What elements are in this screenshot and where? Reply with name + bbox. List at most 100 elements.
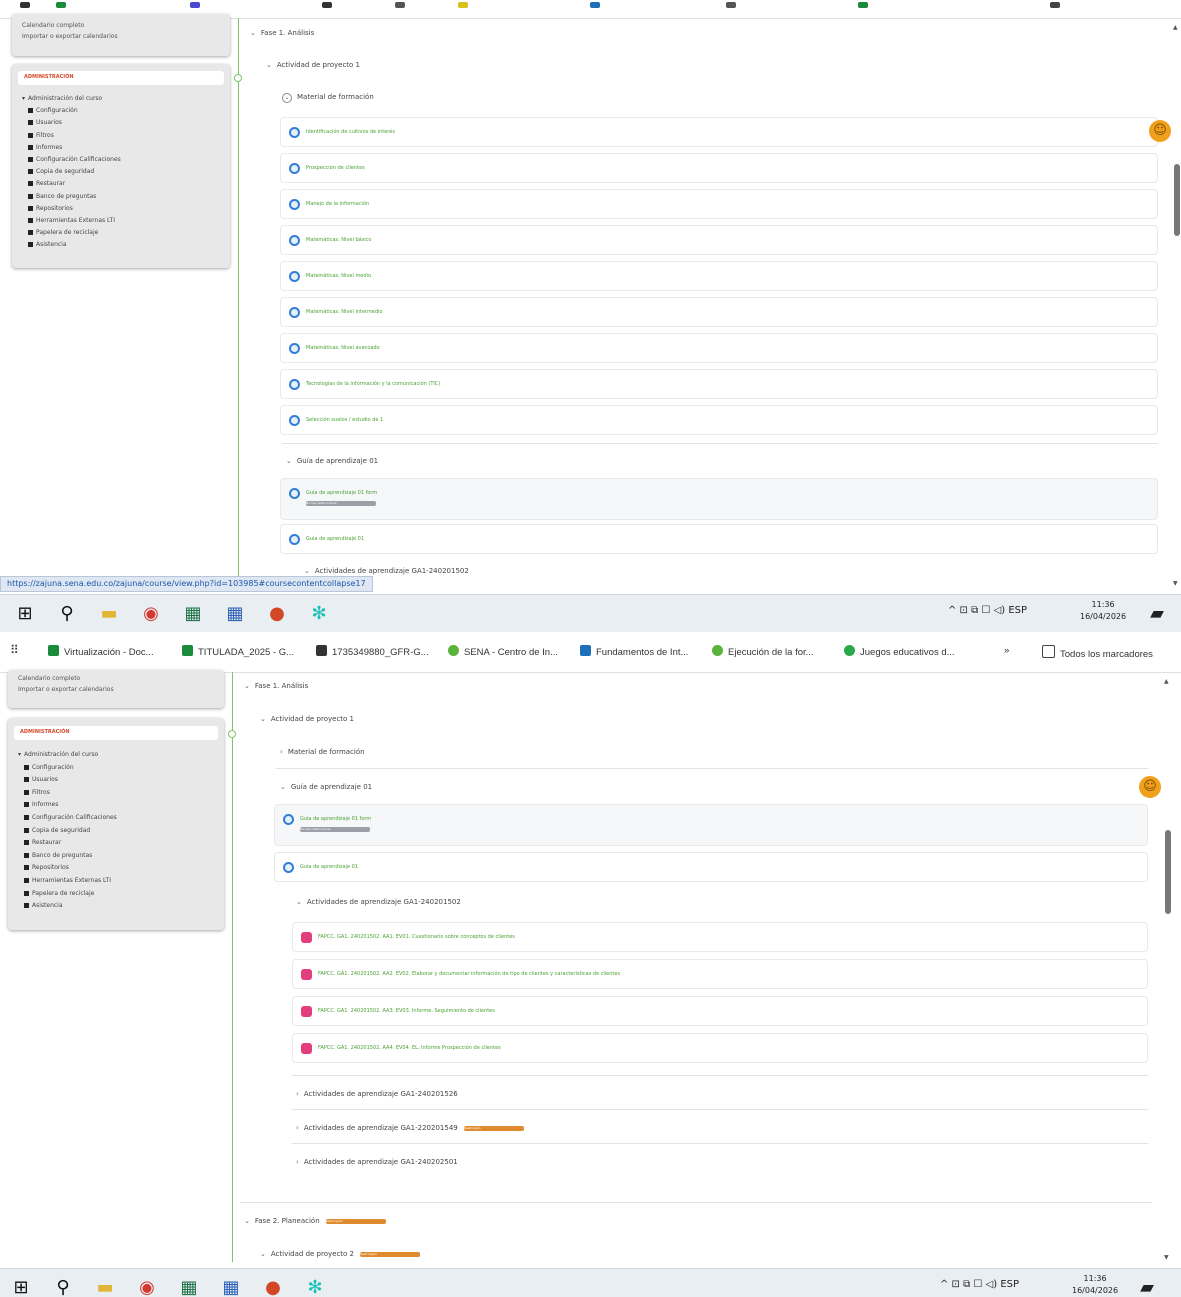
evidence-card[interactable]: FAPCC. GA1. 240201502. AA3. EV03. Inform… (292, 996, 1148, 1026)
admin-item[interactable]: Configuración Calificaciones (24, 814, 117, 821)
material-link[interactable]: Matemáticas. Nivel intermedio (306, 309, 383, 315)
admin-item[interactable]: ▾ Administración del curso (18, 751, 98, 758)
admin-item[interactable]: Filtros (24, 789, 50, 796)
actividad-1-toggle[interactable]: ⌄ Actividad de proyecto 1 (266, 61, 360, 69)
bookmark-4[interactable]: SENA - Centro de In... (448, 645, 558, 658)
material-card[interactable]: Matemáticas. Nivel básico (280, 225, 1158, 255)
evidence-card[interactable]: FAPCC. GA1. 240201502. AA4. EV04. EL. In… (292, 1033, 1148, 1063)
more-bookmarks-button[interactable]: » (1004, 645, 1009, 656)
fase-2-toggle[interactable]: ⌄ Fase 2. Planeación Restringido (244, 1217, 386, 1225)
notifications-icon[interactable]: ▰ (1136, 1277, 1158, 1297)
admin-item[interactable]: Asistencia (24, 902, 63, 909)
admin-item[interactable]: Asistencia (28, 241, 67, 248)
evidence-link[interactable]: FAPCC. GA1. 240201502. AA2. EV02. Elabor… (318, 971, 620, 977)
next-section-toggle[interactable]: ⌄ Actividades de aprendizaje GA1-24020150… (304, 567, 469, 575)
guia-form-card[interactable]: Guía de aprendizaje 01 form No hay restr… (274, 804, 1148, 846)
powerpoint-icon[interactable]: ● (262, 1277, 284, 1297)
bookmark-6[interactable]: Ejecución de la for... (712, 645, 814, 658)
material-toggle[interactable]: ⌄ Material de formación (282, 93, 374, 103)
material-link[interactable]: Matemáticas. Nivel básico (306, 237, 371, 243)
material-card[interactable]: Matemáticas. Nivel avanzado (280, 333, 1158, 363)
scrollbar-thumb[interactable] (1165, 830, 1171, 914)
system-tray[interactable]: ^ ⊡ ⧉ ☐ ◁) ESP (940, 1279, 1019, 1290)
admin-item[interactable]: Informes (24, 801, 58, 808)
app-icon[interactable]: ✻ (308, 603, 330, 625)
excel-icon[interactable]: ▦ (182, 603, 204, 625)
scroll-down-arrow[interactable]: ▼ (1173, 580, 1178, 587)
evidence-card[interactable]: FAPCC. GA1. 240201502. AA2. EV02. Elabor… (292, 959, 1148, 989)
apps-grid-icon[interactable]: ⠿ (10, 643, 19, 657)
admin-item[interactable]: Repositorios (28, 205, 73, 212)
bookmark-3[interactable]: 1735349880_GFR-G... (316, 645, 429, 658)
admin-item[interactable]: Configuración (24, 764, 74, 771)
section-ga1-501-toggle[interactable]: › Actividades de aprendizaje GA1-24020250… (296, 1158, 458, 1166)
windows-start-icon[interactable]: ⊞ (10, 1277, 32, 1297)
material-card[interactable]: Matemáticas. Nivel medio (280, 261, 1158, 291)
material-card[interactable]: Identificación de cultivos de interés (280, 117, 1158, 147)
guia-link[interactable]: Guía de aprendizaje 01 (300, 864, 358, 870)
evidence-link[interactable]: FAPCC. GA1. 240201502. AA1. EV01. Cuesti… (318, 934, 515, 940)
fase-1-toggle[interactable]: ⌄ Fase 1. Análisis (250, 29, 314, 37)
bookmark-5[interactable]: Fundamentos de Int... (580, 645, 688, 658)
material-toggle[interactable]: › Material de formación (280, 748, 365, 756)
guia-toggle[interactable]: ⌄ Guía de aprendizaje 01 (286, 457, 378, 465)
section-ga1-526-toggle[interactable]: › Actividades de aprendizaje GA1-24020152… (296, 1090, 458, 1098)
actividad-1-toggle[interactable]: ⌄ Actividad de proyecto 1 (260, 715, 354, 723)
admin-item[interactable]: Copia de seguridad (24, 827, 90, 834)
word-icon[interactable]: ▦ (220, 1277, 242, 1297)
admin-item[interactable]: Repositorios (24, 864, 69, 871)
excel-icon[interactable]: ▦ (178, 1277, 200, 1297)
calendar-import-link[interactable]: Importar o exportar calendarios (22, 33, 118, 40)
calendar-link[interactable]: Calendario completo (22, 22, 84, 29)
file-explorer-icon[interactable]: ▬ (94, 1277, 116, 1297)
smiley-assistant-icon[interactable]: ☺ (1139, 776, 1161, 798)
section-ga1-549-toggle[interactable]: › Actividades de aprendizaje GA1-22020154… (296, 1124, 524, 1132)
clock[interactable]: 11:36 16/04/2026 (1072, 1273, 1118, 1297)
word-icon[interactable]: ▦ (224, 603, 246, 625)
notifications-icon[interactable]: ▰ (1146, 603, 1168, 625)
material-link[interactable]: Matemáticas. Nivel medio (306, 273, 371, 279)
material-link[interactable]: Tecnologías de la información y la comun… (306, 381, 440, 387)
admin-item[interactable]: Restaurar (28, 180, 65, 187)
clock[interactable]: 11:36 16/04/2026 (1080, 599, 1126, 623)
guia-toggle[interactable]: ⌄ Guía de aprendizaje 01 (280, 783, 372, 791)
search-icon[interactable]: ⚲ (56, 603, 78, 625)
material-link[interactable]: Identificación de cultivos de interés (306, 129, 395, 135)
material-link[interactable]: Prospección de clientes (306, 165, 365, 171)
material-card[interactable]: Manejo de la información (280, 189, 1158, 219)
all-bookmarks[interactable]: Todos los marcadores (1042, 645, 1153, 660)
guia-form-card[interactable]: Guía de aprendizaje 01 form No hay restr… (280, 478, 1158, 520)
admin-item[interactable]: Papelera de reciclaje (28, 229, 98, 236)
admin-item[interactable]: Usuarios (28, 119, 62, 126)
admin-item[interactable]: Usuarios (24, 776, 58, 783)
scrollbar-thumb[interactable] (1174, 164, 1180, 236)
material-card[interactable]: Matemáticas. Nivel intermedio (280, 297, 1158, 327)
material-card[interactable]: Selección suelos / estudio de 1 (280, 405, 1158, 435)
admin-item[interactable]: Papelera de reciclaje (24, 890, 94, 897)
windows-start-icon[interactable]: ⊞ (14, 603, 36, 625)
chrome-icon[interactable]: ◉ (140, 603, 162, 625)
fase-1-toggle[interactable]: ⌄ Fase 1. Análisis (244, 682, 308, 690)
guia-card[interactable]: Guía de aprendizaje 01 (274, 852, 1148, 882)
scroll-up-arrow[interactable]: ▲ (1164, 678, 1169, 685)
powerpoint-icon[interactable]: ● (266, 603, 288, 625)
material-card[interactable]: Prospección de clientes (280, 153, 1158, 183)
admin-item[interactable]: Banco de preguntas (24, 852, 92, 859)
evidence-link[interactable]: FAPCC. GA1. 240201502. AA4. EV04. EL. In… (318, 1045, 501, 1051)
guia-card[interactable]: Guía de aprendizaje 01 (280, 524, 1158, 554)
admin-item[interactable]: Banco de preguntas (28, 193, 96, 200)
calendar-import-link[interactable]: Importar o exportar calendarios (18, 686, 114, 693)
admin-item[interactable]: Configuración Calificaciones (28, 156, 121, 163)
material-link[interactable]: Matemáticas. Nivel avanzado (306, 345, 380, 351)
guia-form-link[interactable]: Guía de aprendizaje 01 form (306, 490, 377, 496)
app-icon[interactable]: ✻ (304, 1277, 326, 1297)
guia-link[interactable]: Guía de aprendizaje 01 (306, 536, 364, 542)
actividad-2-toggle[interactable]: ⌄ Actividad de proyecto 2 Restringido (260, 1250, 420, 1258)
bookmark-7[interactable]: Juegos educativos d... (844, 645, 955, 658)
admin-item[interactable]: Herramientas Externas LTI (24, 877, 111, 884)
chrome-icon[interactable]: ◉ (136, 1277, 158, 1297)
evidence-link[interactable]: FAPCC. GA1. 240201502. AA3. EV03. Inform… (318, 1008, 495, 1014)
smiley-assistant-icon[interactable]: ☺ (1149, 120, 1171, 142)
bookmark-1[interactable]: Virtualización - Doc... (48, 645, 154, 658)
search-icon[interactable]: ⚲ (52, 1277, 74, 1297)
